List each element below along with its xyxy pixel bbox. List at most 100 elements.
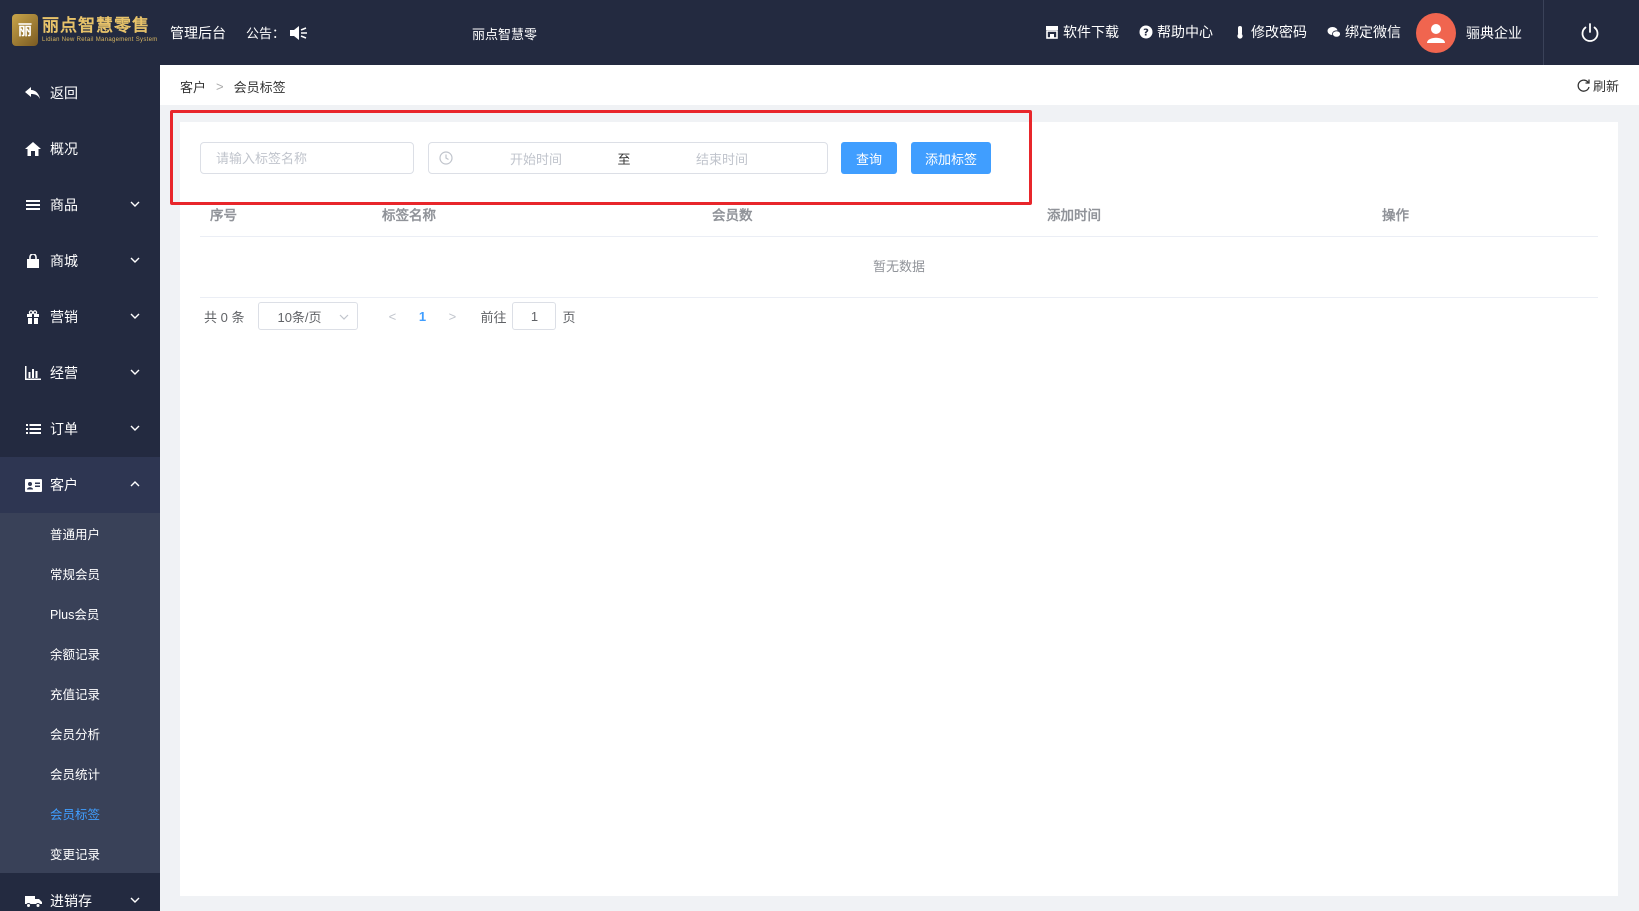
admin-link[interactable]: 管理后台 <box>170 23 226 43</box>
chevron-down-icon <box>340 314 349 320</box>
change-password-label: 修改密码 <box>1251 24 1307 40</box>
software-download-link[interactable]: 软件下载 <box>1045 22 1119 42</box>
notice[interactable]: 公告： <box>246 23 308 42</box>
pagination-total: 共 0 条 <box>204 309 245 325</box>
notice-marquee: 丽点智慧零 <box>472 27 538 42</box>
back-arrow-icon <box>24 85 42 101</box>
sidebar-item-label: 商品 <box>50 197 78 213</box>
column-header-index: 序号 <box>210 208 237 223</box>
bind-wechat-label: 绑定微信 <box>1345 24 1401 40</box>
sidebar-item-overview[interactable]: 概况 <box>0 121 160 177</box>
column-header-actions: 操作 <box>1382 208 1409 223</box>
column-header-tag-name: 标签名称 <box>382 208 436 223</box>
top-divider <box>1543 0 1544 65</box>
submenu-item-recharge-records[interactable]: 充值记录 <box>0 673 160 713</box>
thermometer-icon <box>1237 26 1243 39</box>
power-icon[interactable] <box>1579 22 1601 44</box>
next-page-button[interactable]: > <box>442 309 462 324</box>
user-menu[interactable]: 骊典企业 <box>1416 13 1522 53</box>
main-content: 开始时间 至 结束时间 查询 添加标签 序号 标签名称 会员数 添加时间 操作 … <box>180 122 1618 896</box>
sidebar-item-orders[interactable]: 订单 <box>0 401 160 457</box>
goto-page-input[interactable] <box>512 302 557 330</box>
bind-wechat-link[interactable]: 绑定微信 <box>1327 22 1401 42</box>
breadcrumb: 客户 > 会员标签 <box>180 77 286 96</box>
sidebar-item-label: 客户 <box>50 477 78 493</box>
notice-label: 公告： <box>246 26 286 41</box>
top-links: 软件下载 ? 帮助中心 修改密码 绑定微信 <box>1025 22 1401 42</box>
shopping-bag-icon <box>24 253 42 269</box>
help-center-link[interactable]: ? 帮助中心 <box>1139 22 1213 42</box>
page-number-1[interactable]: 1 <box>402 309 442 324</box>
goto-label: 前往 <box>480 309 507 325</box>
customer-submenu: 普通用户 常规会员 Plus会员 余额记录 充值记录 会员分析 会员统计 会员标… <box>0 513 160 873</box>
chevron-up-icon <box>130 481 140 487</box>
help-center-label: 帮助中心 <box>1157 24 1213 40</box>
chevron-down-icon <box>130 897 140 903</box>
submenu-item-member-tags[interactable]: 会员标签 <box>0 793 160 833</box>
refresh-button[interactable]: 刷新 <box>1576 76 1619 95</box>
chevron-down-icon <box>130 201 140 207</box>
chevron-down-icon <box>130 369 140 375</box>
logo-mark: 丽 <box>12 14 38 46</box>
sidebar-item-label: 概况 <box>50 141 78 157</box>
question-circle-icon: ? <box>1139 25 1153 39</box>
submenu-item-standard-members[interactable]: 常规会员 <box>0 553 160 593</box>
bar-chart-icon <box>24 365 42 381</box>
column-header-add-time: 添加时间 <box>1047 208 1101 223</box>
user-icon <box>1427 24 1445 43</box>
logo-subtitle: Lidian New Retail Management System <box>42 37 158 43</box>
breadcrumb-parent[interactable]: 客户 <box>180 77 206 96</box>
sidebar-item-label: 订单 <box>50 421 78 437</box>
chevron-down-icon <box>130 257 140 263</box>
chevron-down-icon <box>130 425 140 431</box>
logo[interactable]: 丽 丽点智慧零售 Lidian New Retail Management Sy… <box>12 14 158 46</box>
sidebar-item-customers[interactable]: 客户 <box>0 457 160 513</box>
sidebar-item-marketing[interactable]: 营销 <box>0 289 160 345</box>
speaker-icon <box>290 25 308 40</box>
page-size-value: 10条/页 <box>277 309 322 325</box>
wechat-icon <box>1327 27 1341 38</box>
breadcrumb-bar: 客户 > 会员标签 刷新 <box>160 65 1639 105</box>
truck-icon <box>24 893 42 909</box>
change-password-link[interactable]: 修改密码 <box>1233 22 1307 42</box>
sidebar-item-label: 营销 <box>50 309 78 325</box>
id-card-icon <box>24 477 42 493</box>
refresh-icon <box>1577 79 1590 92</box>
refresh-label: 刷新 <box>1592 79 1619 94</box>
page-size-select[interactable]: 10条/页 <box>258 302 359 330</box>
sidebar-item-label: 进销存 <box>50 893 92 909</box>
submenu-item-member-analysis[interactable]: 会员分析 <box>0 713 160 753</box>
home-icon <box>24 141 42 157</box>
order-list-icon <box>24 421 42 437</box>
table-empty-state: 暂无数据 <box>200 237 1598 298</box>
sidebar-item-business[interactable]: 经营 <box>0 345 160 401</box>
sidebar-item-back[interactable]: 返回 <box>0 65 160 121</box>
user-name: 骊典企业 <box>1466 25 1522 41</box>
gift-icon <box>24 309 42 325</box>
sidebar-item-label: 商城 <box>50 253 78 269</box>
sidebar-item-label: 返回 <box>50 85 78 101</box>
list-icon <box>24 197 42 213</box>
page-suffix: 页 <box>562 309 576 325</box>
submenu-item-member-statistics[interactable]: 会员统计 <box>0 753 160 793</box>
breadcrumb-current: 会员标签 <box>233 80 286 95</box>
sidebar: 返回 概况 商品 商城 营销 经营 订单 客户 普通用户 常规会员 Plus会员… <box>0 65 160 911</box>
logo-text: 丽点智慧零售 Lidian New Retail Management Syst… <box>42 16 158 44</box>
column-header-member-count: 会员数 <box>712 208 753 223</box>
prev-page-button[interactable]: < <box>382 309 402 324</box>
logo-title: 丽点智慧零售 <box>42 16 150 35</box>
chevron-down-icon <box>130 313 140 319</box>
top-bar: 丽 丽点智慧零售 Lidian New Retail Management Sy… <box>0 0 1639 65</box>
submenu-item-plus-members[interactable]: Plus会员 <box>0 593 160 633</box>
avatar <box>1416 13 1456 53</box>
highlight-box <box>170 110 1032 205</box>
submenu-item-balance-records[interactable]: 余额记录 <box>0 633 160 673</box>
sidebar-item-goods[interactable]: 商品 <box>0 177 160 233</box>
svg-text:?: ? <box>1143 28 1149 39</box>
software-download-label: 软件下载 <box>1063 24 1119 40</box>
submenu-item-change-records[interactable]: 变更记录 <box>0 833 160 873</box>
sidebar-item-inventory[interactable]: 进销存 <box>0 873 160 911</box>
breadcrumb-separator: > <box>216 79 224 94</box>
sidebar-item-mall[interactable]: 商城 <box>0 233 160 289</box>
submenu-item-regular-users[interactable]: 普通用户 <box>0 513 160 553</box>
